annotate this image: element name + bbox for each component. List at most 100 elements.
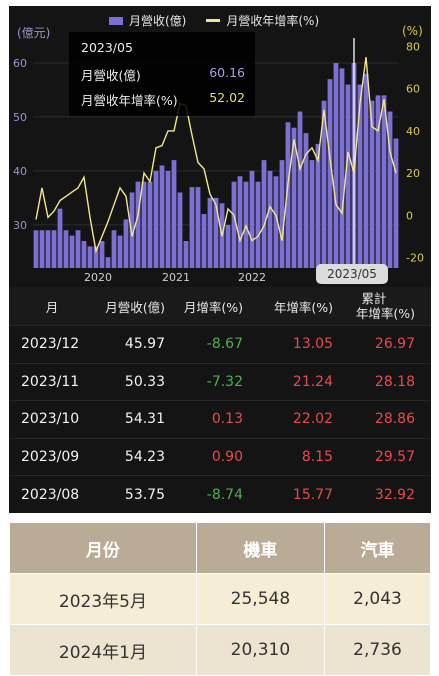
cell-cumulative: 32.92: [374, 486, 415, 503]
legend-revenue-label: 月營收(億): [129, 14, 187, 28]
cell-cumulative: 29.57: [374, 449, 415, 466]
cell-cumulative: 28.86: [374, 411, 415, 428]
sales-row: 2024年1月 20,310 2,736: [9, 624, 431, 676]
revenue-bar: [357, 84, 363, 268]
header-mom[interactable]: 月增率(%): [165, 297, 243, 316]
revenue-bar: [225, 224, 231, 268]
revenue-bar: [267, 170, 273, 268]
left-axis-unit: (億元): [17, 26, 51, 40]
sales-cell-car: 2,043: [324, 573, 431, 625]
header-month[interactable]: 月: [9, 297, 95, 316]
revenue-bar: [33, 230, 39, 268]
revenue-bar: [249, 170, 255, 268]
cell-mom: -7.32: [206, 373, 243, 390]
table-row[interactable]: 2023/12 45.97 -8.67 13.05 26.97: [9, 326, 431, 364]
table-row[interactable]: 2023/08 53.75 -8.74 15.77 32.92: [9, 476, 431, 513]
cell-yoy: 8.15: [301, 449, 333, 466]
table-header: 月 月營收(億) 月增率(%) 年增率(%) 累計 年增率(%): [9, 287, 431, 326]
header-yoy[interactable]: 年增率(%): [243, 297, 333, 316]
table-row[interactable]: 2023/10 54.31 0.13 22.02 28.86: [9, 401, 431, 439]
revenue-bar: [297, 111, 303, 268]
cell-month: 2023/08: [21, 486, 80, 503]
y-left-tick: 30: [13, 219, 27, 232]
revenue-bar: [339, 68, 345, 268]
table-body: 2023/12 45.97 -8.67 13.05 26.97 2023/11 50.33 -…: [9, 326, 431, 513]
legend-revenue-swatch: [109, 16, 123, 25]
cell-yoy: 13.05: [292, 336, 333, 353]
tooltip-date: 2023/05: [81, 40, 133, 55]
cell-month: 2023/10: [21, 411, 80, 428]
x-tick: 2022: [238, 271, 266, 284]
sales-table: 月份 機車 汽車 2023年5月 25,548 2,043 2024年1月 20…: [9, 522, 431, 676]
revenue-bar: [45, 230, 51, 268]
revenue-bar: [237, 176, 243, 268]
cell-month: 2023/12: [21, 336, 80, 353]
sales-header-car: 汽車: [324, 522, 431, 574]
y-right-tick: 80: [406, 41, 420, 54]
cell-revenue: 45.97: [124, 336, 165, 353]
revenue-bar: [309, 160, 315, 268]
sales-cell-car: 2,736: [324, 624, 431, 676]
revenue-bar: [81, 241, 87, 268]
tooltip-growth-label: 月營收年增率(%): [81, 93, 178, 108]
cell-revenue: 50.33: [124, 373, 165, 390]
sales-header-scooter: 機車: [195, 522, 326, 574]
cell-mom: -8.67: [206, 336, 243, 353]
y-left-tick: 50: [13, 111, 27, 124]
revenue-bar: [99, 241, 105, 268]
sales-row: 2023年5月 25,548 2,043: [9, 573, 431, 625]
revenue-bar: [363, 73, 369, 268]
revenue-bar: [105, 257, 111, 268]
sales-cell-scooter: 25,548: [195, 573, 326, 625]
legend-growth-label: 月營收年增率(%): [226, 14, 320, 28]
y-right-tick: 0: [406, 209, 413, 222]
revenue-bar: [69, 235, 75, 268]
revenue-bar: [87, 246, 93, 268]
legend-revenue[interactable]: 月營收(億): [109, 12, 186, 29]
revenue-bar: [279, 160, 285, 268]
header-revenue[interactable]: 月營收(億): [95, 297, 165, 316]
cell-yoy: 15.77: [292, 486, 333, 503]
revenue-bar: [123, 219, 129, 268]
y-left-tick: 40: [13, 165, 27, 178]
cell-month: 2023/09: [21, 449, 80, 466]
revenue-bar: [333, 62, 339, 268]
legend-growth-swatch: [206, 19, 221, 22]
table-row[interactable]: 2023/11 50.33 -7.32 21.24 28.18: [9, 364, 431, 402]
revenue-bar: [165, 170, 171, 268]
tooltip-growth-value: 52.02: [209, 90, 245, 105]
revenue-bar: [207, 197, 213, 268]
header-cumulative-line1: 累計: [361, 291, 387, 306]
right-axis-unit: (%): [402, 24, 423, 38]
chart-tooltip: 2023/05 月營收(億) 60.16 月營收年增率(%) 52.02: [69, 32, 255, 116]
revenue-bar: [51, 230, 57, 268]
sales-cell-scooter: 20,310: [195, 624, 326, 676]
cell-yoy: 22.02: [292, 411, 333, 428]
header-cumulative[interactable]: 累計 年增率(%): [333, 291, 423, 321]
revenue-bar: [381, 95, 387, 268]
legend-growth[interactable]: 月營收年增率(%): [206, 12, 319, 29]
table-row[interactable]: 2023/09 54.23 0.90 8.15 29.57: [9, 439, 431, 477]
revenue-bar: [63, 230, 69, 268]
revenue-bar: [111, 230, 117, 268]
revenue-bar: [393, 138, 399, 268]
cell-yoy: 21.24: [292, 373, 333, 390]
sales-header-month: 月份: [9, 522, 197, 574]
revenue-bar: [117, 235, 123, 268]
cell-cumulative: 28.18: [374, 373, 415, 390]
revenue-bar: [147, 181, 153, 268]
monthly-revenue-table: 月 月營收(億) 月增率(%) 年增率(%) 累計 年增率(%) 2023/12…: [9, 287, 431, 513]
y-left-tick: 60: [13, 57, 27, 70]
revenue-bar: [39, 230, 45, 268]
cursor-date-bubble: 2023/05: [316, 264, 388, 284]
y-right-tick: 20: [406, 167, 420, 180]
revenue-bar: [201, 214, 207, 268]
revenue-bar: [255, 181, 261, 268]
revenue-bar: [159, 165, 165, 268]
x-tick: 2021: [162, 271, 190, 284]
revenue-bar: [195, 187, 201, 268]
cell-revenue: 54.23: [124, 449, 165, 466]
x-tick: 2020: [84, 271, 112, 284]
revenue-bar: [171, 160, 177, 268]
cell-mom: 0.90: [211, 449, 243, 466]
